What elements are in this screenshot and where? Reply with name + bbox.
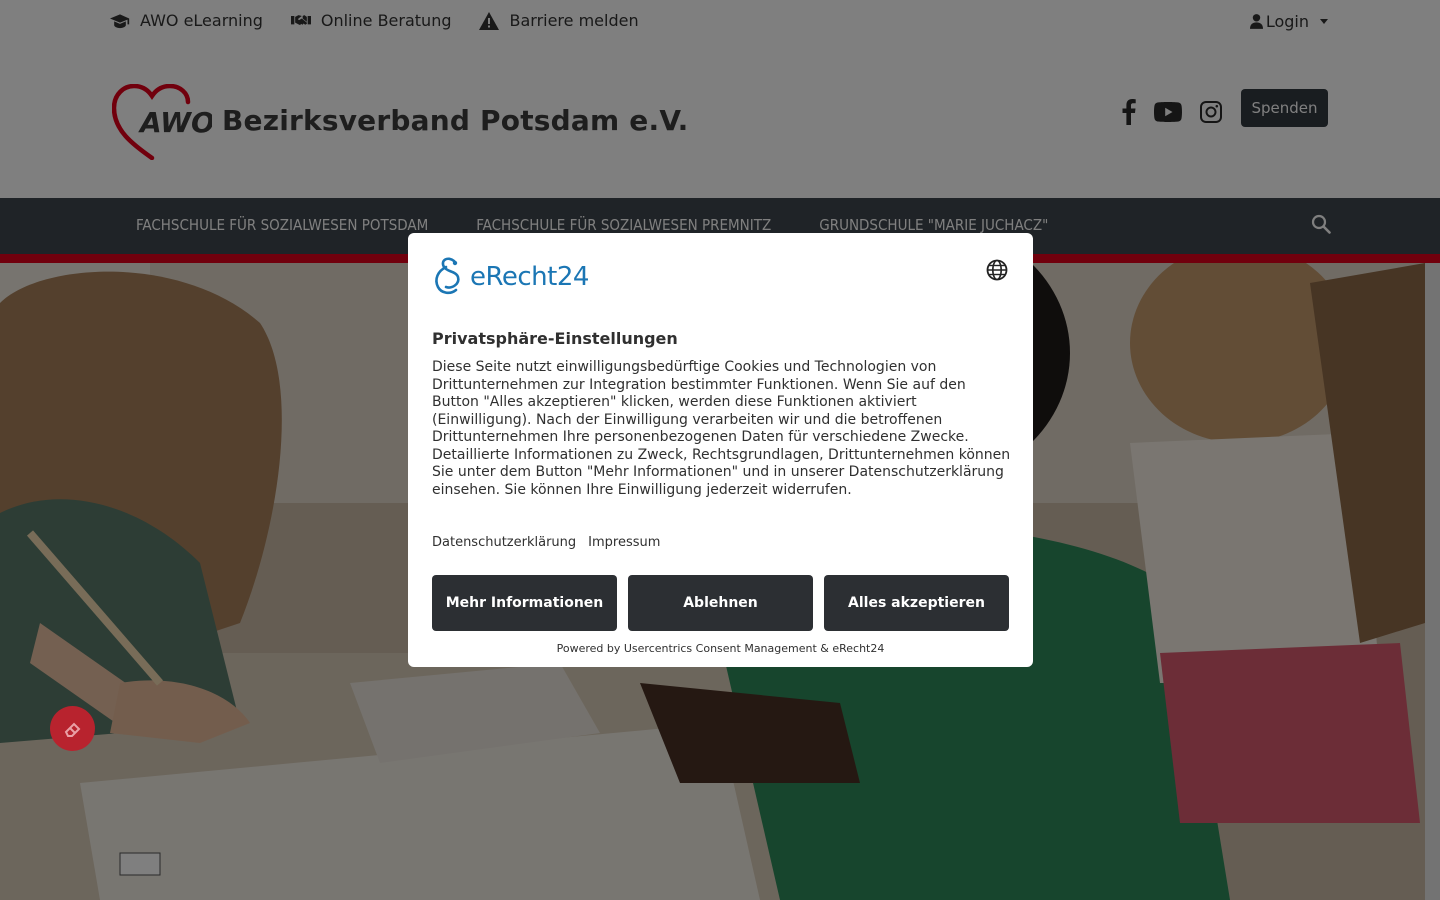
erecht24-logo: eRecht24 (432, 257, 589, 297)
feedback-button[interactable] (50, 706, 95, 751)
decline-button[interactable]: Ablehnen (628, 575, 813, 631)
consent-title: Privatsphäre-Einstellungen (432, 329, 678, 348)
erecht24-wordmark: eRecht24 (470, 262, 589, 292)
powered-by-text: Powered by Usercentrics Consent Manageme… (556, 642, 885, 655)
language-globe-icon[interactable] (986, 259, 1008, 281)
consent-buttons: Mehr Informationen Ablehnen Alles akzept… (432, 575, 1009, 631)
consent-dialog: eRecht24 Privatsphäre-Einstellungen Dies… (408, 233, 1033, 667)
erecht24-mark-icon (435, 257, 460, 295)
consent-links: Datenschutzerklärung Impressum (432, 535, 660, 550)
more-info-button[interactable]: Mehr Informationen (432, 575, 617, 631)
accept-all-button[interactable]: Alles akzeptieren (824, 575, 1009, 631)
imprint-link[interactable]: Impressum (588, 535, 660, 550)
privacy-policy-link[interactable]: Datenschutzerklärung (432, 535, 576, 550)
eraser-icon (64, 722, 80, 737)
consent-description: Diese Seite nutzt einwilligungsbedürftig… (432, 359, 1011, 498)
